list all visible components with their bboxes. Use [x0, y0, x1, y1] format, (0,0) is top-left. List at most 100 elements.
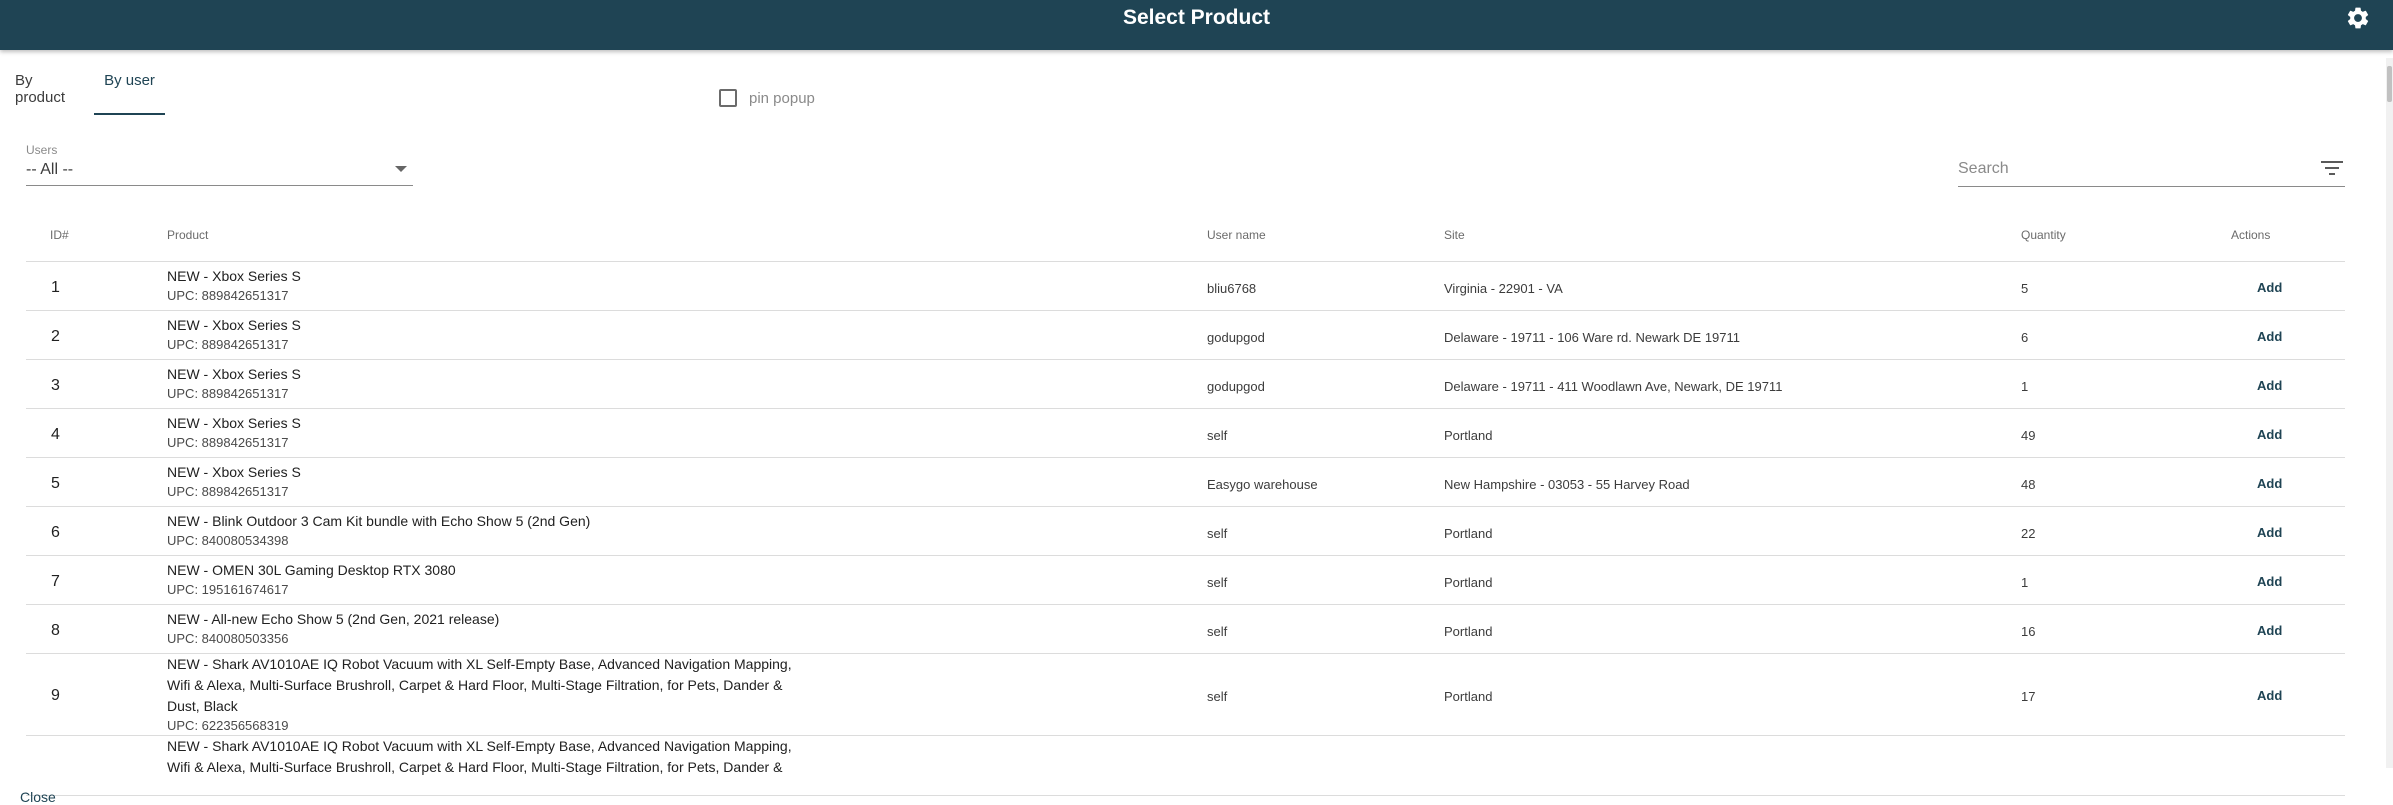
row-quantity: 16 [2021, 624, 2036, 639]
table-row: 4 NEW - Xbox Series S UPC: 889842651317 sel… [26, 409, 2345, 458]
product-upc: UPC: 889842651317 [167, 435, 289, 450]
row-product: NEW - Xbox Series S UPC: 889842651317 [167, 364, 817, 402]
table-row: 2 NEW - Xbox Series S UPC: 889842651317 god… [26, 311, 2345, 360]
product-name: NEW - Xbox Series S [167, 415, 301, 431]
product-name: NEW - OMEN 30L Gaming Desktop RTX 3080 [167, 562, 456, 578]
row-user-name: self [1207, 428, 1228, 443]
product-name: NEW - Shark AV1010AE IQ Robot Vacuum wit… [167, 656, 792, 714]
row-product: NEW - Shark AV1010AE IQ Robot Vacuum wit… [167, 654, 817, 734]
users-select[interactable]: Users -- All -- [26, 140, 413, 186]
row-site: Delaware - 19711 - 106 Ware rd. Newark D… [1444, 330, 1741, 345]
row-product: NEW - All-new Echo Show 5 (2nd Gen, 2021… [167, 609, 817, 647]
products-table: ID# Product User name Site Quantity Acti… [26, 212, 2345, 796]
active-tab-indicator [94, 113, 165, 115]
table-row: 8 NEW - All-new Echo Show 5 (2nd Gen, 202… [26, 605, 2345, 654]
table-row: 5 NEW - Xbox Series S UPC: 889842651317 Eas… [26, 458, 2345, 507]
row-user-name: self [1207, 575, 1228, 590]
app-header: Select Product [0, 0, 2393, 50]
add-button[interactable]: Add [2257, 623, 2282, 638]
row-quantity: 49 [2021, 428, 2036, 443]
row-user-name: bliu6768 [1207, 281, 1257, 296]
table-row: 3 NEW - Xbox Series S UPC: 889842651317 god… [26, 360, 2345, 409]
table-row: 1 NEW - Xbox Series S UPC: 889842651317 bli… [26, 262, 2345, 311]
add-button[interactable]: Add [2257, 280, 2282, 295]
column-header-actions: Actions [2231, 228, 2271, 242]
row-site: Portland [1444, 575, 1493, 590]
row-user-name: Easygo warehouse [1207, 477, 1318, 492]
row-site: Delaware - 19711 - 411 Woodlawn Ave, New… [1444, 379, 1783, 394]
table-body: 1 NEW - Xbox Series S UPC: 889842651317 bli… [26, 262, 2345, 796]
column-header-id: ID# [50, 228, 69, 242]
row-product: NEW - Blink Outdoor 3 Cam Kit bundle wit… [167, 511, 817, 549]
row-user-name: godupgod [1207, 379, 1265, 394]
row-quantity: 6 [2021, 330, 2029, 345]
tab-by-user[interactable]: By user [94, 72, 165, 115]
row-user-name: self [1207, 526, 1228, 541]
add-button[interactable]: Add [2257, 378, 2282, 393]
product-name: NEW - Xbox Series S [167, 366, 301, 382]
tab-by-product[interactable]: By product [15, 72, 65, 115]
column-header-user-name: User name [1207, 228, 1266, 242]
row-product: NEW - Shark AV1010AE IQ Robot Vacuum wit… [167, 736, 817, 778]
row-id: 6 [51, 524, 60, 541]
dialog-title: Select Product [1122, 6, 1271, 29]
row-product: NEW - Xbox Series S UPC: 889842651317 [167, 413, 817, 451]
row-user-name: godupgod [1207, 330, 1265, 345]
add-button[interactable]: Add [2257, 329, 2282, 344]
add-button[interactable]: Add [2257, 476, 2282, 491]
row-quantity: 1 [2021, 575, 2029, 590]
row-id: 9 [51, 687, 60, 704]
product-name: NEW - Xbox Series S [167, 317, 301, 333]
filter-icon[interactable] [2321, 159, 2343, 177]
close-button[interactable]: Close [20, 789, 56, 805]
add-button[interactable]: Add [2257, 688, 2282, 703]
users-select-label: Users [26, 143, 58, 157]
table-header: ID# Product User name Site Quantity Acti… [26, 212, 2345, 262]
row-id: 3 [51, 377, 60, 394]
column-header-product: Product [167, 228, 209, 242]
table-row: 9 NEW - Shark AV1010AE IQ Robot Vacuum wi… [26, 654, 2345, 736]
product-upc: UPC: 889842651317 [167, 337, 289, 352]
row-id: 8 [51, 622, 60, 639]
product-name: NEW - Blink Outdoor 3 Cam Kit bundle wit… [167, 513, 591, 529]
row-site: New Hampshire - 03053 - 55 Harvey Road [1444, 477, 1690, 492]
row-site: Portland [1444, 689, 1493, 704]
product-upc: UPC: 889842651317 [167, 386, 289, 401]
row-user-name: self [1207, 624, 1228, 639]
product-upc: UPC: 622356568319 [167, 718, 289, 733]
table-row: 6 NEW - Blink Outdoor 3 Cam Kit bundle wi… [26, 507, 2345, 556]
gear-icon[interactable] [2345, 5, 2371, 31]
product-name: NEW - Xbox Series S [167, 464, 301, 480]
row-product: NEW - OMEN 30L Gaming Desktop RTX 3080 UP… [167, 560, 817, 598]
row-id: 2 [51, 328, 60, 345]
row-quantity: 17 [2021, 689, 2036, 704]
product-upc: UPC: 889842651317 [167, 484, 289, 499]
add-button[interactable]: Add [2257, 427, 2282, 442]
product-upc: UPC: 840080503356 [167, 631, 289, 646]
row-quantity: 5 [2021, 281, 2029, 296]
scrollbar[interactable] [2386, 58, 2393, 768]
add-button[interactable]: Add [2257, 574, 2282, 589]
row-quantity: 48 [2021, 477, 2036, 492]
pin-popup-checkbox[interactable]: pin popup [719, 89, 815, 107]
table-row: 7 NEW - OMEN 30L Gaming Desktop RTX 3080 U… [26, 556, 2345, 605]
product-name: NEW - Shark AV1010AE IQ Robot Vacuum wit… [167, 738, 792, 775]
row-quantity: 1 [2021, 379, 2029, 394]
product-upc: UPC: 840080534398 [167, 533, 289, 548]
row-id: 4 [51, 426, 60, 443]
table-row: NEW - Shark AV1010AE IQ Robot Vacuum wit… [26, 736, 2345, 796]
dropdown-caret-icon [395, 166, 407, 172]
row-quantity: 22 [2021, 526, 2036, 541]
product-name: NEW - Xbox Series S [167, 268, 301, 284]
product-upc: UPC: 195161674617 [167, 582, 289, 597]
checkbox-icon[interactable] [719, 89, 737, 107]
users-select-value: -- All -- [26, 161, 74, 178]
row-product: NEW - Xbox Series S UPC: 889842651317 [167, 266, 817, 304]
row-id: 1 [51, 279, 60, 296]
row-site: Virginia - 22901 - VA [1444, 281, 1563, 296]
row-site: Portland [1444, 526, 1493, 541]
add-button[interactable]: Add [2257, 525, 2282, 540]
search-input[interactable] [1958, 158, 2298, 180]
scrollbar-thumb[interactable] [2387, 66, 2392, 102]
search-field [1958, 150, 2345, 187]
